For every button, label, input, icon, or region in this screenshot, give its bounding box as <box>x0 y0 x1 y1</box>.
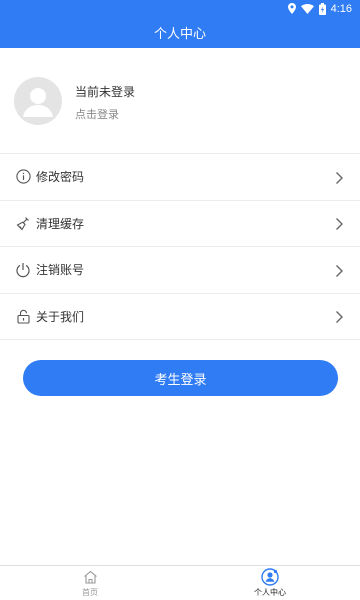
status-bar: 4:16 <box>0 0 360 17</box>
avatar[interactable] <box>14 77 62 125</box>
login-status-text: 当前未登录 <box>75 85 136 99</box>
app-bar: 个人中心 <box>0 17 360 48</box>
chevron-right-icon <box>334 170 344 184</box>
candidate-login-button[interactable]: 考生登录 <box>23 360 338 396</box>
chevron-right-icon <box>334 216 344 231</box>
user-icon <box>261 568 279 586</box>
wifi-icon <box>300 3 314 14</box>
menu-label: 注销账号 <box>36 263 85 278</box>
battery-icon <box>318 2 326 15</box>
menu-item-clear-cache[interactable]: 清理缓存 <box>0 200 360 247</box>
broom-icon <box>15 215 31 231</box>
tab-home[interactable]: 首页 <box>0 566 180 600</box>
location-icon <box>287 3 296 14</box>
menu-item-change-password[interactable]: 修改密码 <box>0 154 360 201</box>
page-title: 个人中心 <box>153 27 206 42</box>
menu-item-delete-account[interactable]: 注销账号 <box>0 247 360 294</box>
status-time: 4:16 <box>330 2 352 15</box>
menu-item-about-us[interactable]: 关于我们 <box>0 293 360 340</box>
info-icon <box>15 169 31 185</box>
profile-card[interactable]: 当前未登录 点击登录 <box>0 48 360 154</box>
menu-label: 修改密码 <box>36 170 85 185</box>
menu-label: 清理缓存 <box>36 216 85 231</box>
chevron-right-icon <box>334 309 344 324</box>
tab-label: 个人中心 <box>254 588 286 597</box>
tab-profile[interactable]: 个人中心 <box>180 566 360 600</box>
tap-to-login-text[interactable]: 点击登录 <box>75 106 119 122</box>
lock-icon <box>15 308 31 324</box>
bottom-tab-bar: 首页 个人中心 <box>0 565 360 600</box>
tab-label: 首页 <box>82 588 98 597</box>
menu-label: 关于我们 <box>36 309 85 324</box>
power-icon <box>15 262 31 278</box>
chevron-right-icon <box>334 263 344 277</box>
home-icon <box>81 568 99 586</box>
settings-menu: 修改密码 清理缓存 注销账号 关于我们 <box>0 154 360 340</box>
default-avatar-icon <box>23 88 53 117</box>
